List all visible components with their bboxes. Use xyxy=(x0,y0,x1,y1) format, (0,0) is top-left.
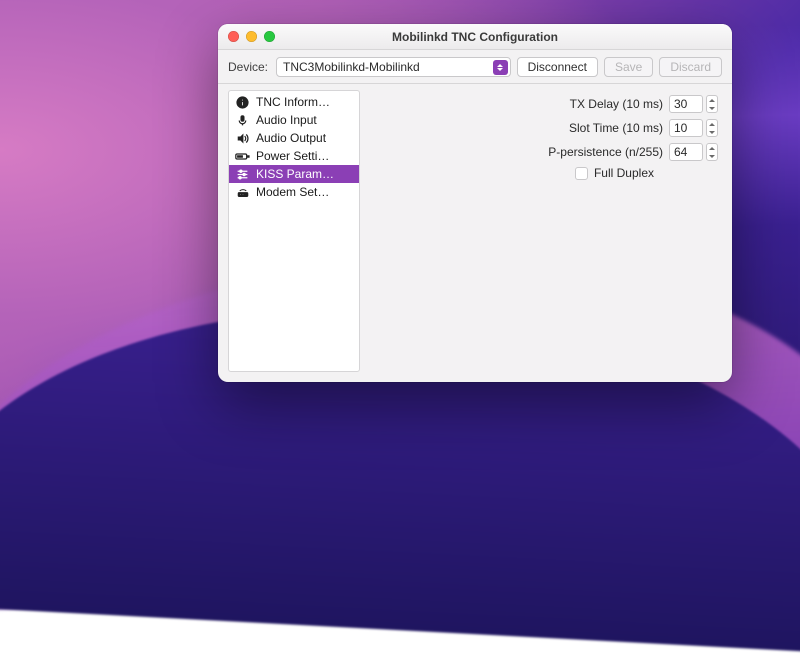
sidebar-item-label: Power Setti… xyxy=(256,149,329,163)
speaker-icon xyxy=(235,132,250,145)
slot-time-stepper[interactable]: 10 xyxy=(669,119,718,137)
sidebar-item-audio-output[interactable]: Audio Output xyxy=(229,129,359,147)
slot-time-label: Slot Time (10 ms) xyxy=(493,121,663,135)
sidebar-item-kiss-params[interactable]: KISS Param… xyxy=(229,165,359,183)
device-label: Device: xyxy=(228,60,268,74)
close-icon[interactable] xyxy=(228,31,239,42)
slot-time-input[interactable]: 10 xyxy=(669,119,703,137)
field-full-duplex: Full Duplex xyxy=(374,166,718,180)
toolbar: Device: TNC3Mobilinkd-Mobilinkd Disconne… xyxy=(218,50,732,84)
sidebar-item-label: Audio Output xyxy=(256,131,326,145)
sidebar-item-label: TNC Inform… xyxy=(256,95,330,109)
content-area: TNC Inform… Audio Input Audio Output Pow… xyxy=(218,84,732,382)
tx-delay-input[interactable]: 30 xyxy=(669,95,703,113)
chevron-up-down-icon xyxy=(493,60,508,75)
tx-delay-label: TX Delay (10 ms) xyxy=(493,97,663,111)
sidebar-item-tnc-info[interactable]: TNC Inform… xyxy=(229,93,359,111)
sidebar-item-modem-settings[interactable]: Modem Set… xyxy=(229,183,359,201)
zoom-icon[interactable] xyxy=(264,31,275,42)
sidebar: TNC Inform… Audio Input Audio Output Pow… xyxy=(228,90,360,372)
stepper-buttons[interactable] xyxy=(706,95,718,113)
field-p-persistence: P-persistence (n/255) 64 xyxy=(374,140,718,164)
sidebar-item-label: Modem Set… xyxy=(256,185,329,199)
sidebar-item-audio-input[interactable]: Audio Input xyxy=(229,111,359,129)
app-window: Mobilinkd TNC Configuration Device: TNC3… xyxy=(218,24,732,382)
battery-icon xyxy=(235,150,250,163)
sidebar-item-label: KISS Param… xyxy=(256,167,334,181)
save-button: Save xyxy=(604,57,653,77)
window-controls xyxy=(228,31,275,42)
p-persistence-stepper[interactable]: 64 xyxy=(669,143,718,161)
p-persistence-input[interactable]: 64 xyxy=(669,143,703,161)
tx-delay-stepper[interactable]: 30 xyxy=(669,95,718,113)
device-select[interactable]: TNC3Mobilinkd-Mobilinkd xyxy=(276,57,511,77)
stepper-buttons[interactable] xyxy=(706,143,718,161)
sliders-icon xyxy=(235,168,250,181)
field-slot-time: Slot Time (10 ms) 10 xyxy=(374,116,718,140)
sidebar-item-label: Audio Input xyxy=(256,113,317,127)
modem-icon xyxy=(235,186,250,199)
stepper-buttons[interactable] xyxy=(706,119,718,137)
window-title: Mobilinkd TNC Configuration xyxy=(392,30,558,44)
info-icon xyxy=(235,96,250,109)
field-tx-delay: TX Delay (10 ms) 30 xyxy=(374,92,718,116)
full-duplex-checkbox[interactable] xyxy=(575,167,588,180)
p-persistence-label: P-persistence (n/255) xyxy=(493,145,663,159)
detail-pane: TX Delay (10 ms) 30 Slot Time (10 ms) 10… xyxy=(360,84,732,382)
minimize-icon[interactable] xyxy=(246,31,257,42)
sidebar-item-power-settings[interactable]: Power Setti… xyxy=(229,147,359,165)
disconnect-button[interactable]: Disconnect xyxy=(517,57,598,77)
device-select-value: TNC3Mobilinkd-Mobilinkd xyxy=(283,60,420,74)
mic-icon xyxy=(235,114,250,127)
titlebar: Mobilinkd TNC Configuration xyxy=(218,24,732,50)
full-duplex-label: Full Duplex xyxy=(594,166,654,180)
discard-button: Discard xyxy=(659,57,722,77)
